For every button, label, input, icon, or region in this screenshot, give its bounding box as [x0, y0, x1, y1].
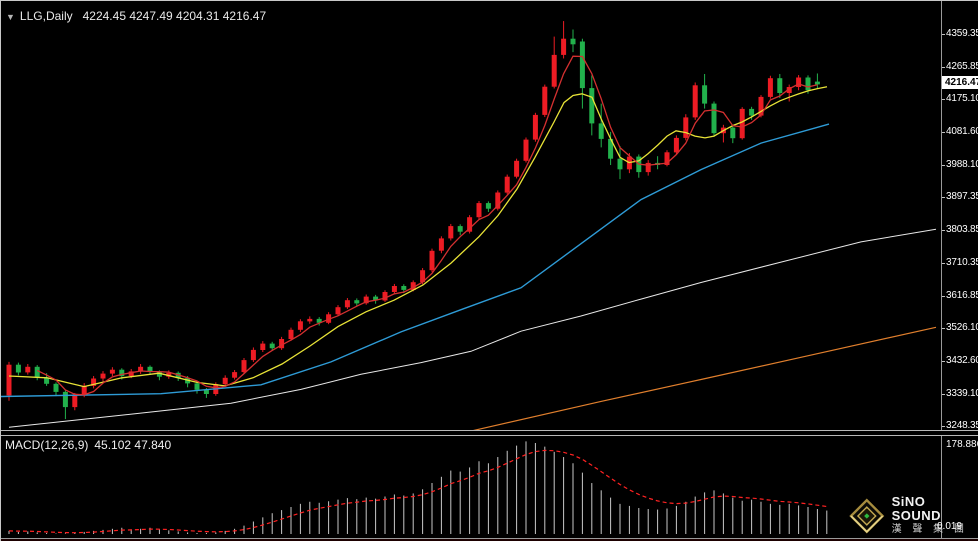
price-axis-label: 4175.10 [946, 93, 978, 105]
current-price-badge: 4216.47 [942, 76, 978, 89]
price-axis-label: 3526.10 [946, 322, 978, 334]
price-axis-label: 3339.10 [946, 388, 978, 400]
macd-label-row: MACD(12,26,9) 45.102 47.840 [5, 438, 171, 452]
price-axis-label: 3803.85 [946, 224, 978, 236]
macd-axis-min-label: 0.019 [937, 521, 962, 532]
logo-name-label: SiNO SOUND [892, 495, 978, 523]
macd-axis-max-label: 178.886 [946, 439, 978, 450]
collapse-ohlc-icon[interactable]: ▼ [6, 12, 15, 22]
price-axis-label: 4359.35 [946, 28, 978, 40]
macd-values-label: 45.102 47.840 [94, 438, 171, 452]
price-axis-label: 4081.60 [946, 126, 978, 138]
chart-title-bar: ▼ LLG,Daily 4224.45 4247.49 4204.31 4216.4… [6, 9, 266, 23]
ohlc-values-label: 4224.45 4247.49 4204.31 4216.47 [83, 9, 267, 23]
main-chart[interactable] [1, 1, 941, 432]
logo-chinese-label: 漢 聲 集 團 [892, 523, 978, 536]
sino-sound-diamond-icon [849, 498, 885, 534]
price-axis-label: 3432.60 [946, 355, 978, 367]
price-axis-label: 3616.85 [946, 290, 978, 302]
price-axis-label: 3988.10 [946, 159, 978, 171]
symbol-period-label: LLG,Daily [20, 9, 73, 23]
panel-splitter[interactable] [1, 430, 978, 436]
price-axis-label: 3710.35 [946, 257, 978, 269]
price-axis-label: 4265.85 [946, 61, 978, 73]
macd-indicator-label: MACD(12,26,9) [5, 438, 88, 452]
price-axis-label: 3897.35 [946, 191, 978, 203]
chart-window: ▼ LLG,Daily 4224.45 4247.49 4204.31 4216.4… [0, 0, 978, 541]
